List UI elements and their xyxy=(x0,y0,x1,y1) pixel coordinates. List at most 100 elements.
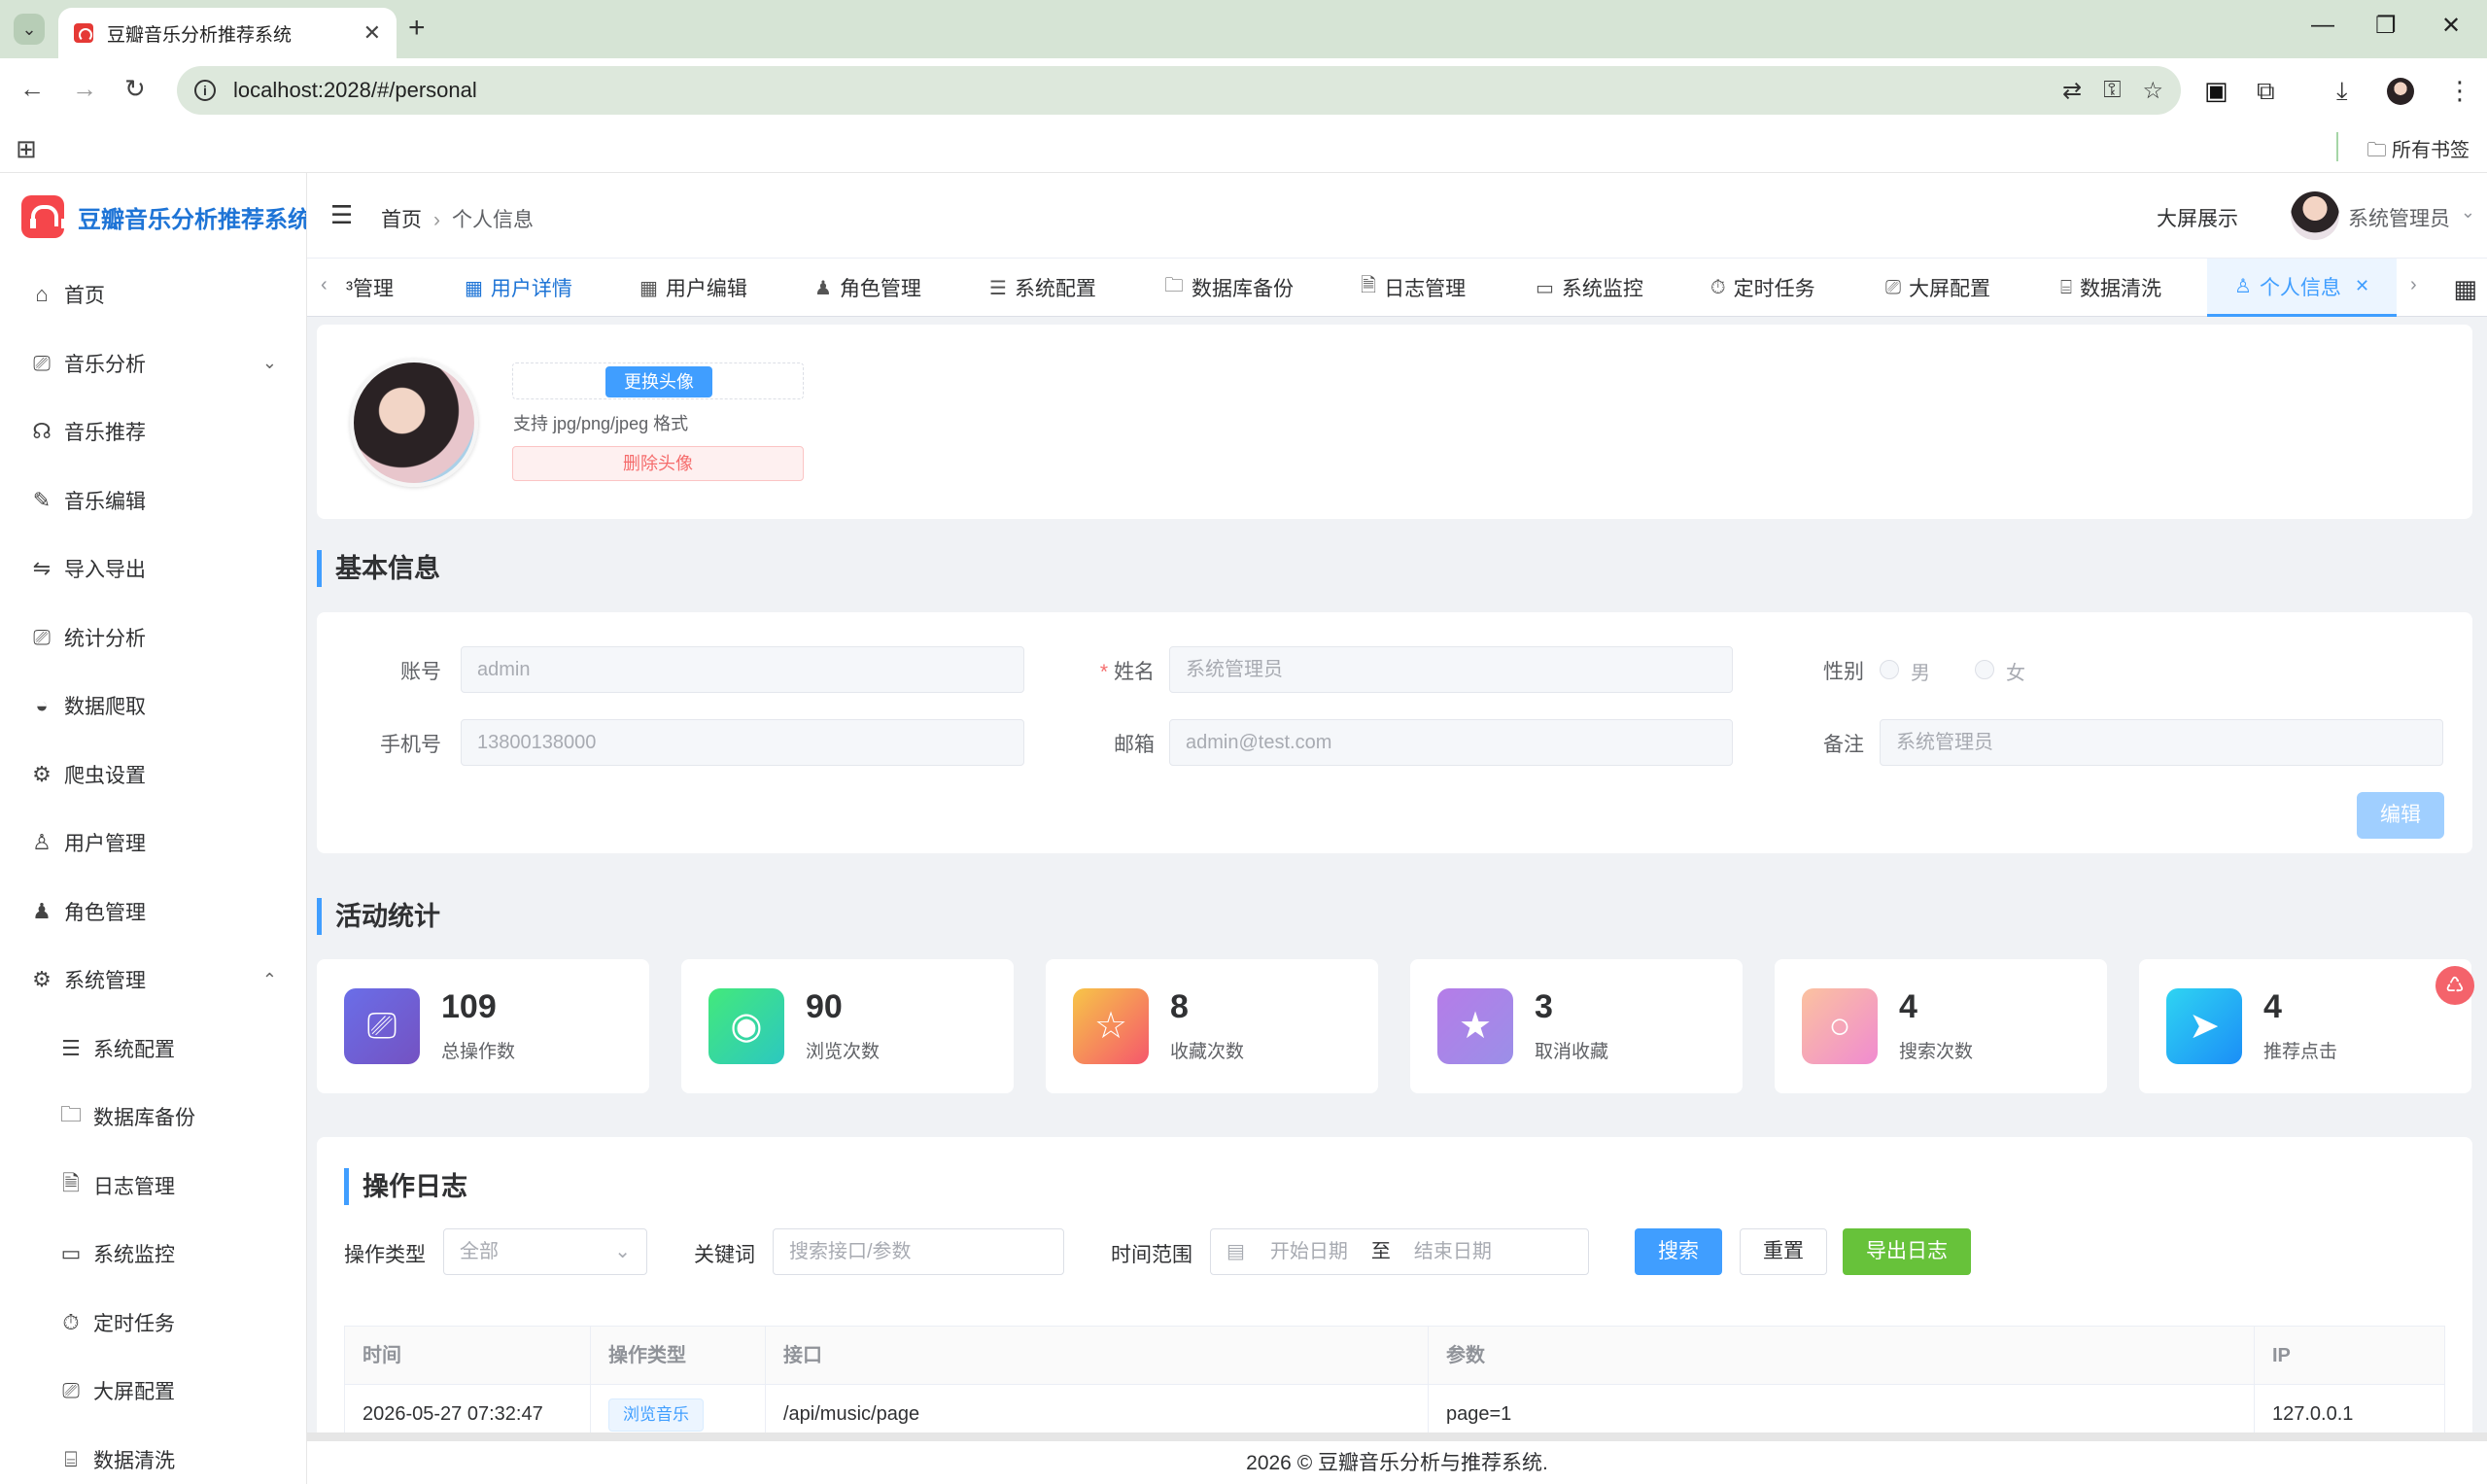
tag-monitor[interactable]: ▭ 系统监控 xyxy=(1536,259,1643,317)
window-close-icon[interactable]: ✕ xyxy=(2441,12,2461,40)
sidebar-item-crawl[interactable]: ◒ 数据爬取 xyxy=(0,672,306,741)
app-logo[interactable]: 豆瓣音乐分析推荐系统 xyxy=(0,173,306,260)
tag-screen-config[interactable]: ⎚ 大屏配置 xyxy=(1885,259,1990,317)
extensions-icon[interactable]: ⧉ xyxy=(2257,76,2275,107)
sidebar-item-users[interactable]: ♙ 用户管理 xyxy=(0,809,306,878)
restore-icon[interactable]: ❐ xyxy=(2375,12,2397,40)
operation-type-select[interactable]: 全部 ⌄ xyxy=(443,1228,647,1275)
browser-tab[interactable]: 豆瓣音乐分析推荐系统 ✕ xyxy=(58,8,397,58)
password-key-icon[interactable]: ⚿ xyxy=(2103,77,2121,104)
grid-icon: ▦ xyxy=(639,277,658,299)
column-header[interactable]: 时间 xyxy=(344,1327,591,1384)
edit-button[interactable]: 编辑 xyxy=(2357,792,2444,839)
minimize-icon[interactable]: — xyxy=(2311,12,2334,39)
tag-partial-manage[interactable]: ³管理 xyxy=(346,259,394,317)
sidebar-item-system[interactable]: ⚙ 系统管理 ⌃ xyxy=(0,946,306,1015)
tag-system-config[interactable]: ☰ 系统配置 xyxy=(989,259,1096,317)
breadcrumb-home[interactable]: 首页 xyxy=(381,209,422,231)
sidebar-item-music-analysis[interactable]: ⎚ 音乐分析 ⌄ xyxy=(0,329,306,398)
terminal-extension-icon[interactable]: ▣ xyxy=(2204,76,2228,106)
sidebar-item-statistics[interactable]: ⎚ 统计分析 xyxy=(0,604,306,673)
tag-role-manage[interactable]: ♟ 角色管理 xyxy=(814,259,921,317)
new-tab-icon[interactable]: + xyxy=(408,12,426,45)
account-field[interactable]: admin xyxy=(461,646,1024,693)
sidebar-item-import-export[interactable]: ⇋ 导入导出 xyxy=(0,535,306,604)
search-button[interactable]: 搜索 xyxy=(1635,1228,1722,1275)
remark-field[interactable]: 系统管理员 xyxy=(1880,719,2443,766)
name-field[interactable]: 系统管理员 xyxy=(1169,646,1733,693)
gender-male-radio[interactable] xyxy=(1880,660,1899,679)
email-field[interactable]: admin@test.com xyxy=(1169,719,1733,766)
column-header[interactable]: 参数 xyxy=(1429,1327,2255,1384)
tag-label: 角色管理 xyxy=(839,278,921,300)
column-header[interactable]: IP xyxy=(2255,1327,2445,1384)
breadcrumb-current: 个人信息 xyxy=(452,209,534,231)
stat-value: 4 xyxy=(2263,988,2282,1025)
sidebar-item-data-cleaning[interactable]: ⌸ 数据清洗 xyxy=(0,1426,306,1484)
user-name[interactable]: 系统管理员 xyxy=(2348,203,2450,232)
tag-user-detail[interactable]: ▦ 用户详情 xyxy=(465,259,572,317)
tag-close-icon[interactable]: ✕ xyxy=(2355,276,2369,296)
sidebar-item-music-recommend[interactable]: ☊ 音乐推荐 xyxy=(0,397,306,466)
search-icon: ○ xyxy=(1802,988,1878,1064)
reload-icon[interactable]: ↻ xyxy=(124,74,146,104)
change-avatar-button[interactable]: 更换头像 xyxy=(605,366,712,397)
tags-scroll-left-icon[interactable]: ‹ xyxy=(321,274,328,296)
menu-dots-icon[interactable]: ⋮ xyxy=(2447,76,2472,106)
tab-close-icon[interactable]: ✕ xyxy=(363,20,381,46)
collapse-menu-icon[interactable]: ☰ xyxy=(330,200,353,230)
sidebar-item-roles[interactable]: ♟ 角色管理 xyxy=(0,878,306,947)
sidebar-item-db-backup[interactable]: 🗀 数据库备份 xyxy=(0,1083,306,1152)
tag-label: ³管理 xyxy=(346,278,394,300)
reset-button[interactable]: 重置 xyxy=(1740,1228,1827,1275)
forward-icon[interactable]: → xyxy=(72,74,97,104)
tag-user-edit[interactable]: ▦ 用户编辑 xyxy=(639,259,747,317)
profile-avatar-icon[interactable] xyxy=(2387,78,2414,105)
gender-male-label[interactable]: 男 xyxy=(1911,657,1930,685)
tab-search-icon[interactable]: ⌄ xyxy=(14,14,45,45)
stat-label: 推荐点击 xyxy=(2263,1042,2338,1062)
apps-grid-icon[interactable]: ⊞ xyxy=(16,134,37,164)
tags-menu-icon[interactable]: ▦ xyxy=(2453,274,2477,304)
column-header[interactable]: 接口 xyxy=(766,1327,1429,1384)
sidebar-item-system-config[interactable]: ☰ 系统配置 xyxy=(0,1015,306,1084)
tag-scheduled-tasks[interactable]: ⏱ 定时任务 xyxy=(1710,259,1815,317)
tags-scroll-right-icon[interactable]: › xyxy=(2410,274,2417,296)
gender-female-radio[interactable] xyxy=(1975,660,1994,679)
chevron-down-icon[interactable]: ⌄ xyxy=(2461,202,2475,223)
sidebar-item-scheduled-tasks[interactable]: ⏱ 定时任务 xyxy=(0,1289,306,1358)
back-icon[interactable]: ← xyxy=(19,74,45,104)
floating-translate-icon[interactable]: ♺ xyxy=(2435,966,2474,1005)
keyword-input[interactable]: 搜索接口/参数 xyxy=(773,1228,1064,1275)
sidebar-item-music-edit[interactable]: ✎ 音乐编辑 xyxy=(0,466,306,535)
phone-field[interactable]: 13800138000 xyxy=(461,719,1024,766)
url-text[interactable]: localhost:2028/#/personal xyxy=(233,78,2041,103)
sidebar-item-home[interactable]: ⌂ 首页 xyxy=(0,260,306,329)
address-bar[interactable]: i localhost:2028/#/personal ⇄ ⚿ ☆ xyxy=(177,66,2181,115)
date-range-picker[interactable]: ▤ 开始日期 至 结束日期 xyxy=(1210,1228,1589,1275)
tag-personal-info[interactable]: ♙ 个人信息 ✕ xyxy=(2207,259,2398,317)
tag-db-backup[interactable]: 🗀 数据库备份 xyxy=(1164,259,1294,317)
tag-logs[interactable]: 🗎 日志管理 xyxy=(1361,259,1466,317)
stat-label: 搜索次数 xyxy=(1899,1042,1974,1062)
download-icon[interactable]: ⤓ xyxy=(2336,76,2348,107)
delete-avatar-button[interactable]: 删除头像 xyxy=(512,446,804,481)
gender-female-label[interactable]: 女 xyxy=(2006,657,2025,685)
column-header[interactable]: 操作类型 xyxy=(591,1327,766,1384)
end-date-placeholder[interactable]: 结束日期 xyxy=(1414,1241,1492,1262)
avatar[interactable] xyxy=(2291,191,2339,240)
start-date-placeholder[interactable]: 开始日期 xyxy=(1270,1241,1348,1262)
stat-label: 收藏次数 xyxy=(1170,1042,1245,1062)
big-screen-link[interactable]: 大屏展示 xyxy=(2157,203,2238,232)
all-bookmarks[interactable]: 🗀 所有书签 xyxy=(2366,134,2470,169)
sidebar-item-crawler-settings[interactable]: ⚙ 爬虫设置 xyxy=(0,741,306,810)
tag-data-cleaning[interactable]: ⌸ 数据清洗 xyxy=(2060,259,2161,317)
sidebar-item-logs[interactable]: 🗎 日志管理 xyxy=(0,1152,306,1221)
translate-icon[interactable]: ⇄ xyxy=(2062,77,2082,105)
horizontal-scrollbar[interactable] xyxy=(307,1432,2487,1440)
export-logs-button[interactable]: 导出日志 xyxy=(1843,1228,1971,1275)
sidebar-item-screen-config[interactable]: ⎚ 大屏配置 xyxy=(0,1357,306,1426)
bookmark-star-icon[interactable]: ☆ xyxy=(2142,77,2163,105)
site-info-icon[interactable]: i xyxy=(194,80,216,101)
sidebar-item-monitor[interactable]: ▭ 系统监控 xyxy=(0,1220,306,1289)
